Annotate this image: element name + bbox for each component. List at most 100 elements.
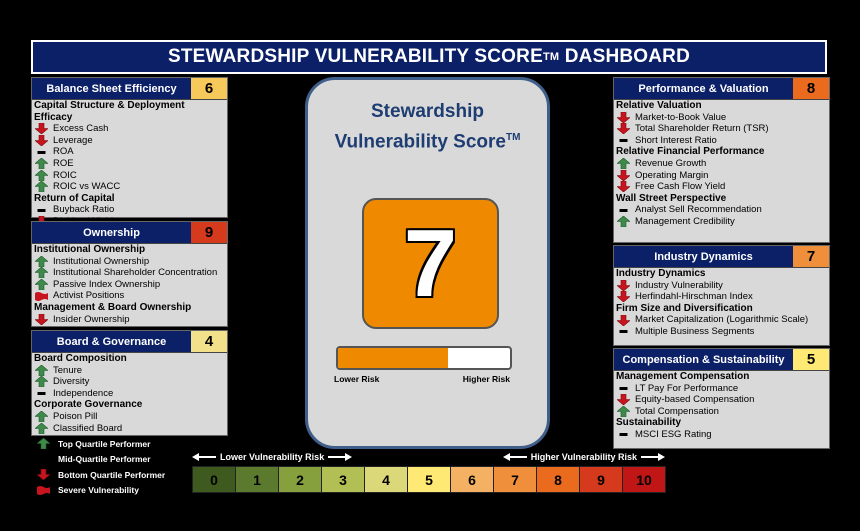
metric-label: Excess Cash	[53, 123, 109, 135]
metric-item: Activist Positions	[34, 290, 225, 302]
panel-header: Industry Dynamics 7	[614, 246, 829, 268]
down-arrow-icon	[616, 314, 630, 326]
metric-item: ROA	[34, 146, 225, 158]
metric-label: Revenue Growth	[635, 157, 707, 169]
scale-higher-label: Higher Vulnerability Risk	[450, 452, 665, 462]
panel-ownership: Ownership 9 Institutional Ownership Institu…	[31, 221, 228, 327]
section-heading: Wall Street Perspective	[616, 192, 727, 204]
metric-item: Free Cash Flow Yield	[616, 181, 827, 193]
up-arrow-icon	[34, 279, 48, 291]
scale-cell-5: 5	[408, 467, 451, 492]
metric-label: Insider Ownership	[53, 313, 130, 325]
panel-score: 6	[191, 78, 227, 99]
dashboard-title-suffix: DASHBOARD	[559, 46, 691, 67]
metric-item: LT Pay For Performance	[616, 383, 827, 395]
dash-icon	[616, 205, 630, 216]
metric-item: Tenure	[34, 365, 225, 377]
down-arrow-icon	[616, 394, 630, 406]
center-title-line1: Stewardship	[371, 101, 484, 122]
metric-label: Equity-based Compensation	[635, 394, 755, 406]
metric-label: Management Credibility	[635, 215, 735, 227]
up-arrow-icon	[34, 364, 48, 376]
metric-label: Diversity	[53, 376, 90, 388]
legend-label: Severe Vulnerability	[58, 485, 139, 496]
metric-item: Total Compensation	[616, 406, 827, 418]
dash-icon	[34, 388, 48, 399]
scale-cell-7: 7	[494, 467, 537, 492]
metric-item: Herfindahl-Hirschman Index	[616, 291, 827, 303]
panel-title: Ownership	[32, 222, 191, 243]
metric-item: Leverage	[34, 135, 225, 147]
panel-industry-dynamics: Industry Dynamics 7 Industry Dynamics Indus…	[613, 245, 830, 346]
section-heading: Return of Capital	[34, 192, 115, 204]
panel-score: 9	[191, 222, 227, 243]
panel-header: Performance & Valuation 8	[614, 78, 829, 100]
panel-body: Management Compensation LT Pay For Perfor…	[614, 371, 829, 441]
panel-title: Industry Dynamics	[614, 246, 793, 267]
metric-label: LT Pay For Performance	[635, 382, 739, 394]
down-arrow-icon	[616, 279, 630, 291]
metric-label: ROIC	[53, 169, 77, 181]
metric-item: Poison Pill	[34, 411, 225, 423]
metric-label: Institutional Ownership	[53, 255, 150, 267]
arrow-left-icon	[192, 453, 216, 461]
down-arrow-icon	[616, 169, 630, 181]
panel-score: 7	[793, 246, 829, 267]
metric-label: Poison Pill	[53, 410, 98, 422]
risk-meter	[336, 346, 512, 370]
metric-label: Total Shareholder Return (TSR)	[635, 123, 769, 135]
panel-header: Balance Sheet Efficiency 6	[32, 78, 227, 100]
metric-item: Market-to-Book Value	[616, 112, 827, 124]
section-heading: Corporate Governance	[34, 399, 143, 411]
legend-item: Bottom Quartile Performer	[33, 467, 203, 483]
metric-label: Institutional Shareholder Concentration	[53, 267, 218, 279]
section-heading: Capital Structure & Deployment Efficacy	[34, 100, 185, 123]
scale-cell-9: 9	[580, 467, 623, 492]
dashboard-title-tm: TM	[542, 51, 560, 63]
metric-label: Independence	[53, 387, 114, 399]
metric-label: Leverage	[53, 134, 93, 146]
arrow-right-icon	[641, 453, 665, 461]
scale-cell-2: 2	[279, 467, 322, 492]
metric-label: Total Compensation	[635, 405, 719, 417]
up-arrow-icon	[34, 255, 48, 267]
metric-item: Institutional Shareholder Concentration	[34, 267, 225, 279]
risk-meter-fill	[338, 348, 449, 368]
metric-label: Classified Board	[53, 422, 123, 434]
metric-item: ROE	[34, 158, 225, 170]
scale-cell-4: 4	[365, 467, 408, 492]
flag-icon	[34, 291, 48, 302]
dash-icon	[34, 205, 48, 216]
metric-item: Short Interest Ratio	[616, 135, 827, 147]
scale-cell-6: 6	[451, 467, 494, 492]
center-score-card: Stewardship Vulnerability ScoreTM 7 Lowe…	[305, 77, 550, 449]
section-heading: Institutional Ownership	[34, 244, 146, 255]
panel-compensation-sustainability: Compensation & Sustainability 5 Management…	[613, 348, 830, 449]
scale-cell-10: 10	[623, 467, 665, 492]
section-heading: Firm Size and Diversification	[616, 302, 753, 314]
section-heading: Relative Valuation	[616, 100, 702, 111]
metric-item: Excess Cash	[34, 123, 225, 135]
panel-score: 4	[191, 331, 227, 352]
dashboard-title: STEWARDSHIP VULNERABILITY SCORE	[167, 46, 543, 67]
down-arrow-icon	[33, 469, 53, 481]
risk-meter-higher-label: Higher Risk	[462, 374, 510, 384]
dash-icon	[33, 454, 53, 465]
scale-cell-1: 1	[236, 467, 279, 492]
metric-item: Buyback Ratio	[34, 204, 225, 216]
down-arrow-icon	[616, 111, 630, 123]
scale-lower-label: Lower Vulnerability Risk	[192, 452, 407, 462]
arrow-left-icon	[502, 453, 527, 461]
arrow-right-icon	[328, 453, 353, 461]
up-arrow-icon	[34, 267, 48, 279]
panel-header: Compensation & Sustainability 5	[614, 349, 829, 371]
metric-item: Diversity	[34, 376, 225, 388]
dash-icon	[616, 326, 630, 337]
dash-icon	[616, 135, 630, 146]
panel-title: Balance Sheet Efficiency	[32, 78, 191, 99]
dash-icon	[34, 147, 48, 158]
metric-label: Free Cash Flow Yield	[635, 181, 726, 193]
section-heading: Management & Board Ownership	[34, 301, 192, 313]
metric-item: ROIC	[34, 170, 225, 182]
scale-cell-3: 3	[322, 467, 365, 492]
